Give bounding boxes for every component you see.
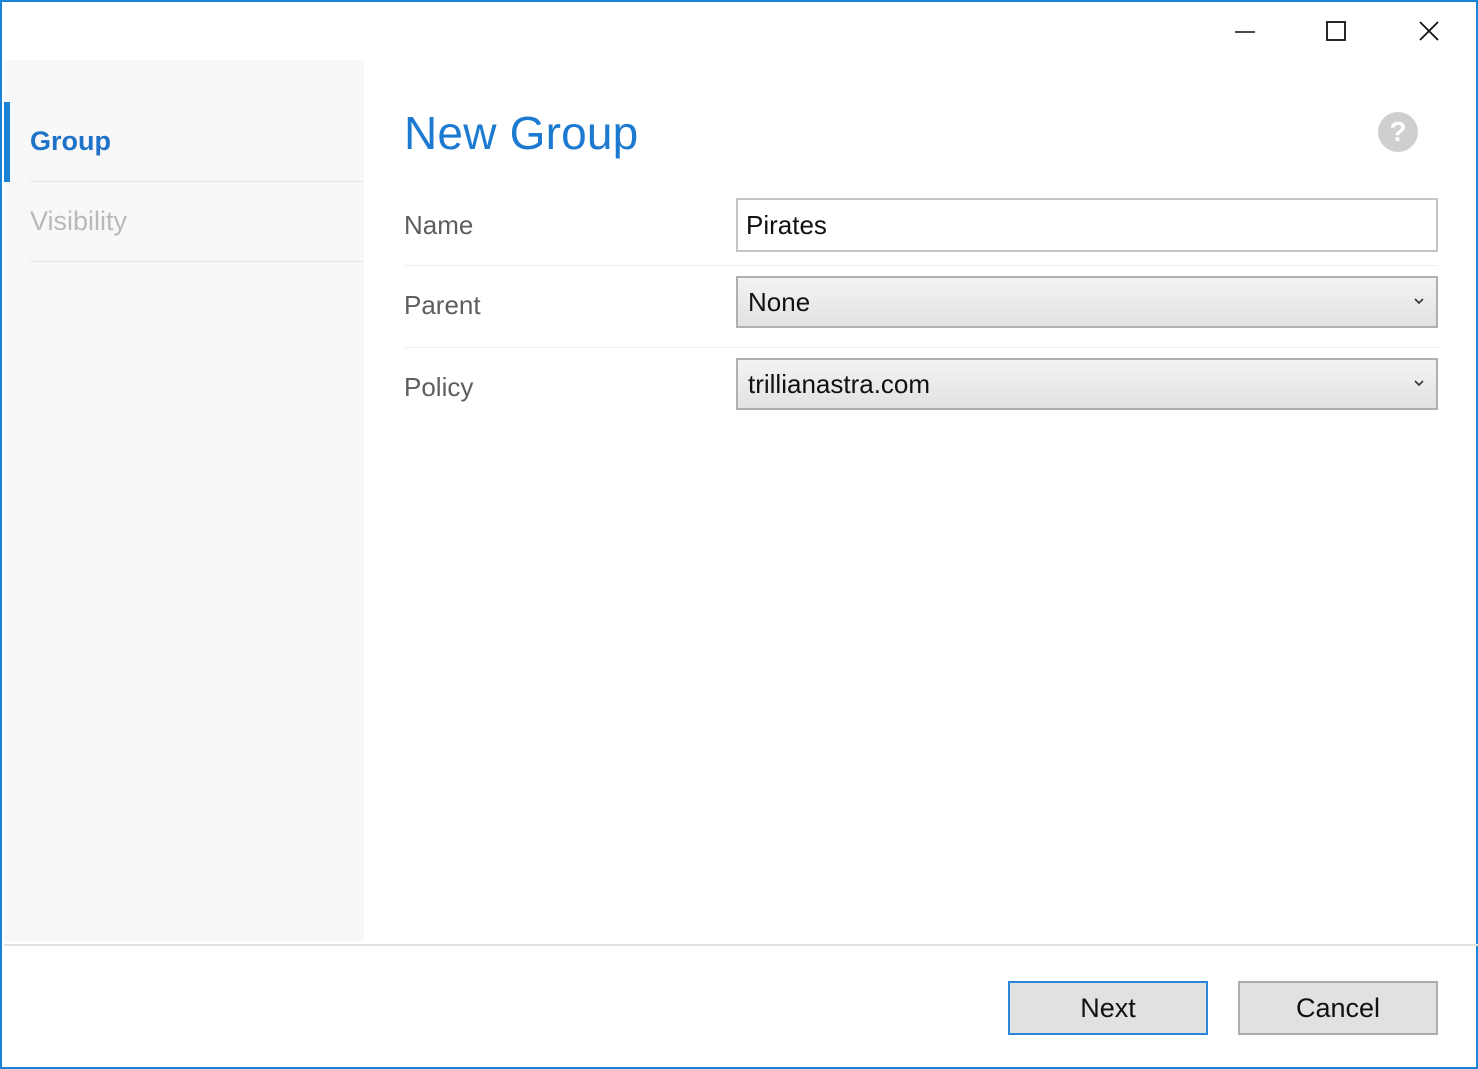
footer-divider — [4, 944, 1478, 946]
help-icon[interactable]: ? — [1378, 112, 1418, 152]
dialog-window: Group Visibility New Group ? Name Parent… — [0, 0, 1478, 1069]
sidebar-item-group[interactable]: Group — [30, 102, 363, 182]
next-button[interactable]: Next — [1008, 981, 1208, 1035]
policy-dropdown[interactable]: trillianastra.com — [736, 358, 1438, 410]
cancel-button[interactable]: Cancel — [1238, 981, 1438, 1035]
close-icon — [1418, 20, 1440, 42]
parent-dropdown[interactable]: None — [736, 276, 1438, 328]
parent-label: Parent — [404, 290, 481, 321]
close-button[interactable] — [1406, 8, 1452, 54]
policy-row: Policy trillianastra.com — [404, 348, 1438, 430]
minimize-icon — [1234, 20, 1256, 42]
page-title: New Group — [404, 106, 638, 160]
active-indicator — [4, 102, 10, 182]
chevron-down-icon — [1412, 376, 1426, 390]
maximize-button[interactable] — [1313, 8, 1359, 54]
name-row: Name — [404, 184, 1438, 266]
parent-row: Parent None — [404, 266, 1438, 348]
policy-selected-value: trillianastra.com — [748, 369, 930, 400]
name-input[interactable] — [736, 198, 1438, 252]
minimize-button[interactable] — [1222, 8, 1268, 54]
sidebar-item-label: Visibility — [30, 206, 127, 237]
wizard-sidebar: Group Visibility — [4, 60, 364, 942]
sidebar-item-visibility[interactable]: Visibility — [30, 182, 363, 262]
parent-selected-value: None — [748, 287, 810, 318]
name-label: Name — [404, 210, 473, 241]
maximize-icon — [1325, 20, 1347, 42]
policy-label: Policy — [404, 372, 473, 403]
chevron-down-icon — [1412, 294, 1426, 308]
sidebar-item-label: Group — [30, 126, 111, 157]
